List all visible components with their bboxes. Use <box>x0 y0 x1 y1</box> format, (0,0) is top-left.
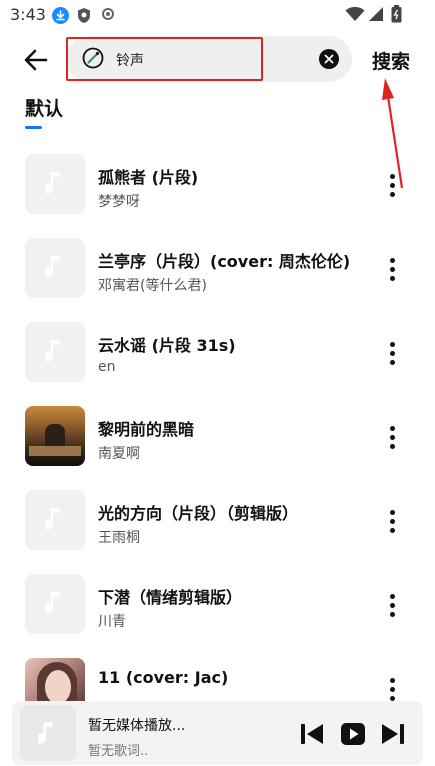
status-time: 3:43 <box>10 5 46 24</box>
song-cover-placeholder <box>25 322 85 382</box>
more-options-button[interactable] <box>382 592 402 618</box>
mini-player[interactable]: 暂无媒体播放... 暂无歌词.. <box>12 701 423 765</box>
song-row[interactable]: 兰亭序（片段）(cover: 周杰伦伦) 邓寓君(等什么君) <box>0 224 435 308</box>
status-bar: 3:43 <box>0 0 435 30</box>
clear-search-button[interactable] <box>319 49 339 69</box>
signal-icon <box>368 6 384 26</box>
search-query-text[interactable]: 铃声 <box>116 50 144 70</box>
record-icon <box>102 8 114 20</box>
song-artist: en <box>98 359 116 375</box>
more-options-button[interactable] <box>382 340 402 366</box>
previous-track-button[interactable] <box>300 723 324 749</box>
play-button[interactable] <box>341 723 365 749</box>
now-playing-lyric: 暂无歌词.. <box>88 744 149 759</box>
mini-player-cover <box>20 705 76 761</box>
song-title: 孤熊者 (片段) <box>98 168 199 187</box>
skip-previous-icon <box>301 724 323 744</box>
tab-active-indicator <box>25 126 42 129</box>
song-row[interactable]: 云水谣 (片段 31s) en <box>0 308 435 392</box>
download-icon <box>52 7 69 24</box>
song-artist: 川青 <box>98 614 126 630</box>
music-note-icon <box>45 172 60 194</box>
play-icon <box>341 723 365 745</box>
skip-next-icon <box>382 724 404 744</box>
song-artist: 王雨桐 <box>98 530 140 546</box>
song-title: 兰亭序（片段）(cover: 周杰伦伦) <box>98 252 351 271</box>
song-row[interactable]: 光的方向（片段）（剪辑版） 王雨桐 <box>0 476 435 560</box>
more-options-button[interactable] <box>382 424 402 450</box>
song-title: 黎明前的黑暗 <box>98 420 195 439</box>
wifi-icon <box>345 6 365 26</box>
song-cover-placeholder <box>25 574 85 634</box>
song-cover-placeholder <box>25 154 85 214</box>
song-title: 下潜（情绪剪辑版） <box>98 588 243 607</box>
music-note-icon <box>38 722 53 744</box>
song-row[interactable]: 下潜（情绪剪辑版） 川青 <box>0 560 435 644</box>
more-options-button[interactable] <box>382 256 402 282</box>
next-track-button[interactable] <box>381 723 405 749</box>
search-input[interactable] <box>66 36 352 82</box>
now-playing-title: 暂无媒体播放... <box>88 718 186 734</box>
ringtone-icon <box>82 47 104 69</box>
app-screen: 3:43 铃声 搜索 默认 孤熊者 (片段) 梦梦呀 兰亭序（片段）(cover… <box>0 0 435 766</box>
back-button[interactable] <box>18 42 54 78</box>
search-button[interactable]: 搜索 <box>372 47 410 74</box>
song-row[interactable]: 孤熊者 (片段) 梦梦呀 <box>0 140 435 224</box>
music-note-icon <box>45 340 60 362</box>
song-cover-album-art <box>25 406 85 466</box>
more-options-button[interactable] <box>382 172 402 198</box>
tab-default[interactable]: 默认 <box>25 94 63 121</box>
music-note-icon <box>45 256 60 278</box>
photo-face <box>45 670 71 704</box>
song-title: 云水谣 (片段 31s) <box>98 336 236 355</box>
album-art-title-strip <box>29 446 81 456</box>
more-options-button[interactable] <box>382 508 402 534</box>
song-artist: 南夏啊 <box>98 446 140 462</box>
shield-icon <box>76 7 92 28</box>
music-note-icon <box>45 508 60 530</box>
song-title: 光的方向（片段）（剪辑版） <box>98 504 299 523</box>
song-artist: 梦梦呀 <box>98 194 140 210</box>
song-cover-placeholder <box>25 238 85 298</box>
song-cover-placeholder <box>25 490 85 550</box>
song-row[interactable]: 黎明前的黑暗 南夏啊 <box>0 392 435 476</box>
song-artist: 邓寓君(等什么君) <box>98 278 207 294</box>
close-icon <box>324 54 334 64</box>
more-options-button[interactable] <box>382 676 402 702</box>
song-title: 11 (cover: Jac) <box>98 668 229 687</box>
battery-icon <box>391 5 402 27</box>
arrow-left-icon <box>24 49 48 71</box>
music-note-icon <box>45 592 60 614</box>
